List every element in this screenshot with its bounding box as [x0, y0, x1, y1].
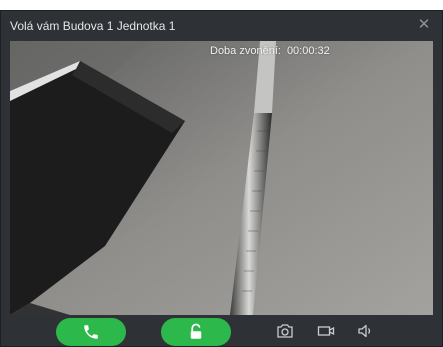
phone-icon: [84, 325, 98, 339]
call-window: Volá vám Budova 1 Jednotka 1 ✕ Doba zvon…: [0, 10, 443, 347]
camera-icon[interactable]: [276, 323, 294, 339]
ring-duration: Doba zvonění: 00:00:32: [210, 45, 330, 57]
close-icon[interactable]: ✕: [416, 17, 432, 33]
title-bar: Volá vám Budova 1 Jednotka 1 ✕: [1, 11, 442, 41]
camera-image: [10, 41, 433, 315]
video-camera-icon[interactable]: [317, 323, 335, 339]
ring-duration-value: 00:00:32: [286, 45, 330, 57]
call-controls: [1, 316, 442, 346]
unlock-button[interactable]: [161, 318, 231, 346]
speaker-icon[interactable]: [357, 323, 375, 339]
ring-duration-label: Doba zvonění:: [210, 45, 281, 57]
unlock-icon: [190, 323, 202, 339]
window-title: Volá vám Budova 1 Jednotka 1: [10, 19, 176, 33]
video-feed: Doba zvonění: 00:00:32: [10, 41, 433, 315]
answer-button[interactable]: [56, 318, 126, 346]
